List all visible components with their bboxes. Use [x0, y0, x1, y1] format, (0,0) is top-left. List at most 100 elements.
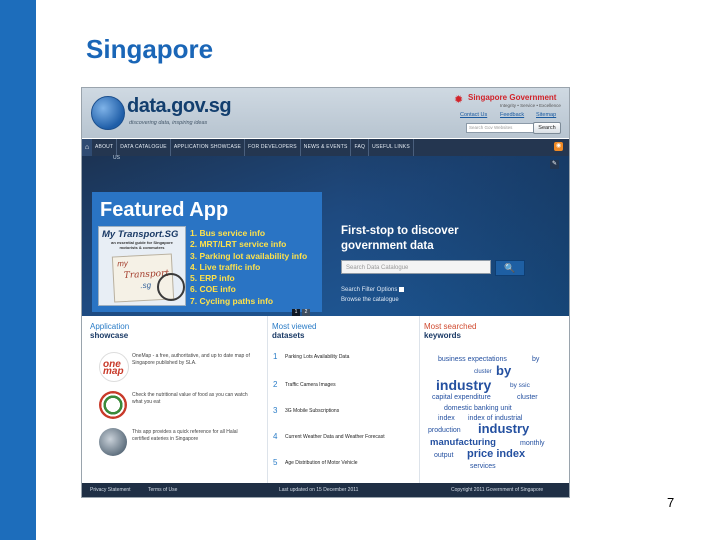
nav-about[interactable]: ABOUT [92, 139, 118, 156]
halal-icon[interactable] [99, 428, 127, 456]
keyword-link[interactable]: by ssic [510, 382, 530, 389]
featured-app-title: Featured App [100, 199, 229, 221]
dataset-rank: 4 [273, 432, 278, 441]
site-tagline: discovering data, inspiring ideas [129, 120, 208, 126]
edit-icon[interactable]: ✎ [550, 160, 559, 169]
app-item[interactable]: Check the nutritional value of food as y… [90, 391, 258, 421]
site-logo[interactable]: data.gov.sg [127, 95, 232, 118]
dataset-title: Traffic Camera Images [285, 381, 336, 388]
featured-app-card[interactable]: My Transport.SG an essential guide for S… [98, 226, 186, 306]
dataset-rank: 3 [273, 406, 278, 415]
feature-item: 6. COE info [190, 284, 236, 295]
catalogue-search-input[interactable]: Search Data Catalogue [341, 260, 491, 274]
gov-search-input[interactable]: Search Gov Websites [466, 123, 534, 133]
keyword-link[interactable]: by [496, 363, 511, 378]
featured-app-panel[interactable]: Featured App My Transport.SG an essentia… [92, 192, 322, 312]
hero-headline: First-stop to discover government data [341, 224, 459, 254]
dataset-title: Parking Lots Availability Data [285, 353, 350, 360]
app-description: This app provides a quick reference for … [132, 429, 238, 442]
keyword-link[interactable]: industry [436, 377, 491, 393]
site-header: data.gov.sg discovering data, inspiring … [82, 88, 569, 138]
keyword-link[interactable]: cluster [517, 394, 538, 401]
nav-application-showcase[interactable]: APPLICATION SHOWCASE [171, 139, 246, 156]
pager-dot[interactable]: 2 [302, 309, 310, 316]
nav-data-catalogue[interactable]: DATA CATALOGUE [117, 139, 171, 156]
keyword-link[interactable]: manufacturing [430, 437, 496, 448]
card-logo-my: my [116, 258, 129, 269]
content-columns: Application showcase one map OneMap - a f… [82, 316, 569, 483]
globe-logo-icon[interactable] [91, 96, 125, 130]
keyword-link[interactable]: price index [467, 448, 525, 460]
contact-us-link[interactable]: Contact Us [460, 112, 487, 118]
feature-item: 1. Bus service info [190, 228, 266, 238]
dataset-link[interactable]: 2 Traffic Camera Images [273, 380, 336, 389]
page-number: 7 [667, 495, 675, 510]
keyword-link[interactable]: capital expenditure [432, 394, 491, 401]
nav-useful-links[interactable]: USEFUL LINKS [369, 139, 414, 156]
sitemap-link[interactable]: Sitemap [536, 112, 556, 118]
site-footer: Privacy Statement Terms of Use Last upda… [82, 483, 569, 497]
keyword-link[interactable]: business expectations [438, 356, 507, 363]
copyright: Copyright 2011 Government of Singapore [451, 487, 544, 493]
card-subtitle: an essential guide for Singapore motoris… [111, 240, 173, 250]
most-viewed-heading[interactable]: Most viewed [272, 322, 422, 331]
keyword-link[interactable]: cluster [474, 369, 492, 375]
onemap-icon[interactable]: one map [99, 352, 129, 382]
dataset-link[interactable]: 5 Age Distribution of Motor Vehicle [273, 458, 358, 467]
search-icon[interactable]: 🔍 [495, 260, 525, 276]
app-description: Check the nutritional value of food as y… [132, 392, 248, 405]
magnifier-icon [157, 273, 185, 301]
keyword-link[interactable]: services [470, 463, 496, 470]
search-filter-label: Search Filter Options [341, 287, 398, 294]
search-filter-options-link[interactable]: Search Filter Options [341, 287, 405, 294]
lion-head-icon: ✹ [454, 94, 464, 106]
dataset-title: 3G Mobile Subscriptions [285, 407, 340, 414]
hero-headline-line2: government data [341, 240, 434, 252]
dataset-link[interactable]: 1 Parking Lots Availability Data [273, 352, 349, 361]
keyword-link[interactable]: production [428, 427, 461, 434]
nav-about-sub: US [113, 155, 120, 161]
dataset-rank: 5 [273, 458, 278, 467]
feature-item: 5. ERP info [190, 273, 235, 284]
keyword-link[interactable]: industry [478, 421, 529, 436]
dataset-link[interactable]: 4 Current Weather Data and Weather Foreca… [273, 432, 385, 441]
dataset-title: Current Weather Data and Weather Forecas… [285, 433, 385, 440]
slide-left-bar [0, 0, 36, 540]
hero-banner: US ✎ Featured App My Transport.SG an ess… [82, 155, 569, 316]
hero-headline-line1: First-stop to discover [341, 225, 459, 237]
nav-faq[interactable]: FAQ [351, 139, 370, 156]
app-description: OneMap - a free, authoritative, and up t… [132, 353, 250, 366]
keyword-link[interactable]: output [434, 452, 453, 459]
dataset-title: Age Distribution of Motor Vehicle [285, 459, 358, 466]
feature-item: 2. MRT/LRT service info [190, 239, 287, 250]
app-item[interactable]: This app provides a quick reference for … [90, 428, 258, 458]
last-updated: Last updated on 15 December 2011 [279, 487, 359, 493]
nutrition-icon[interactable] [99, 391, 127, 419]
keyword-link[interactable]: index [438, 415, 455, 422]
home-icon[interactable]: ⌂ [82, 139, 92, 156]
gov-tagline: Integrity • Service • Excellence [500, 103, 561, 108]
pager-dot[interactable]: 1 [292, 309, 300, 316]
keyword-link[interactable]: domestic banking unit [444, 405, 512, 412]
feature-list: 1. Bus service info 2. MRT/LRT service i… [190, 228, 307, 307]
feature-item: 4. Live traffic info [190, 261, 261, 272]
most-viewed-subheading: datasets [272, 331, 305, 340]
gov-search-button[interactable]: Search [533, 122, 561, 134]
keyword-link[interactable]: monthly [520, 440, 545, 447]
browse-catalogue-link[interactable]: Browse the catalogue [341, 297, 399, 303]
dataset-link[interactable]: 3 3G Mobile Subscriptions [273, 406, 339, 415]
keyword-link[interactable]: by [532, 356, 539, 363]
gov-name[interactable]: Singapore Government [468, 93, 556, 102]
nav-for-developers[interactable]: FOR DEVELOPERS [245, 139, 301, 156]
terms-link[interactable]: Terms of Use [148, 483, 177, 497]
feedback-link[interactable]: Feedback [500, 112, 524, 118]
main-nav: ⌂ ABOUT DATA CATALOGUE APPLICATION SHOWC… [82, 139, 569, 156]
rss-icon[interactable]: ◉ [554, 142, 563, 151]
app-item[interactable]: one map OneMap - a free, authoritative, a… [90, 352, 258, 382]
dataset-rank: 1 [273, 352, 278, 361]
nav-news-events[interactable]: NEWS & EVENTS [301, 139, 352, 156]
privacy-link[interactable]: Privacy Statement [90, 483, 131, 497]
app-showcase-heading[interactable]: Application [90, 322, 258, 331]
carousel-pager: 1 2 [292, 309, 310, 316]
feature-item: 7. Cycling paths info [190, 295, 274, 306]
